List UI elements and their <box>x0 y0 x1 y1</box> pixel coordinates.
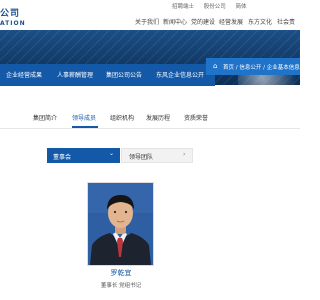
top-links: 招聘端士 股份公司 简体 <box>172 2 255 10</box>
breadcrumb-text[interactable]: 首页 / 信息公开 / 企业基本信息 / 领 <box>223 63 311 71</box>
subnav-intro[interactable]: 集团简介 <box>33 113 57 122</box>
home-icon[interactable]: ⌂ <box>213 62 217 70</box>
tab-hr[interactable]: 人事薪酬管理 <box>57 70 93 79</box>
logo[interactable]: 公司 <box>0 6 20 19</box>
category-select-label: 董事会 <box>53 154 72 161</box>
photo-frame <box>88 183 153 265</box>
team-select-label: 领导团队 <box>129 154 154 161</box>
nav-social[interactable]: 社会责 <box>277 17 295 26</box>
site-header: 公司 ATION 招聘端士 股份公司 简体 关于我们 新闻中心 党的建设 经营发… <box>0 0 300 30</box>
breadcrumb: ⌂ 首页 / 信息公开 / 企业基本信息 / 领 <box>206 58 311 75</box>
sub-nav: 集团简介 领导成员 组织机构 发展历程 资质荣誉 <box>0 108 300 128</box>
leader-title: 董事长 党组书记 <box>100 283 142 289</box>
tab-business-results[interactable]: 企业经营成果 <box>6 70 42 79</box>
leader-name[interactable]: 罗乾宜 <box>100 268 142 278</box>
subnav-honors[interactable]: 资质荣誉 <box>184 113 208 122</box>
top-link-stock[interactable]: 股份公司 <box>204 4 226 10</box>
nav-culture[interactable]: 东方文化 <box>248 17 272 26</box>
chevron-right-icon: › <box>183 151 186 158</box>
nav-about[interactable]: 关于我们 <box>135 17 159 26</box>
tab-disclosure[interactable]: 东风企业信息公开 <box>156 70 204 79</box>
nav-business[interactable]: 经营发展 <box>219 17 243 26</box>
nav-news[interactable]: 新闻中心 <box>163 17 187 26</box>
subnav-org[interactable]: 组织机构 <box>110 113 134 122</box>
divider <box>0 128 300 129</box>
logo-subtext: ATION <box>0 20 26 27</box>
nav-party[interactable]: 党的建设 <box>191 17 215 26</box>
subnav-history[interactable]: 发展历程 <box>146 113 170 122</box>
category-select[interactable]: 董事会 ⌄ <box>47 148 120 163</box>
subnav-leaders[interactable]: 领导成员 <box>72 113 96 122</box>
team-select[interactable]: 领导团队 › <box>121 148 193 163</box>
top-link-careers[interactable]: 招聘端士 <box>172 4 194 10</box>
chevron-down-icon: ⌄ <box>109 150 115 157</box>
top-link-lang[interactable]: 简体 <box>236 4 247 10</box>
info-tab-bar: 企业经营成果 人事薪酬管理 集团公司公告 东风企业信息公开 <box>0 64 215 86</box>
tab-announcements[interactable]: 集团公司公告 <box>106 70 142 79</box>
